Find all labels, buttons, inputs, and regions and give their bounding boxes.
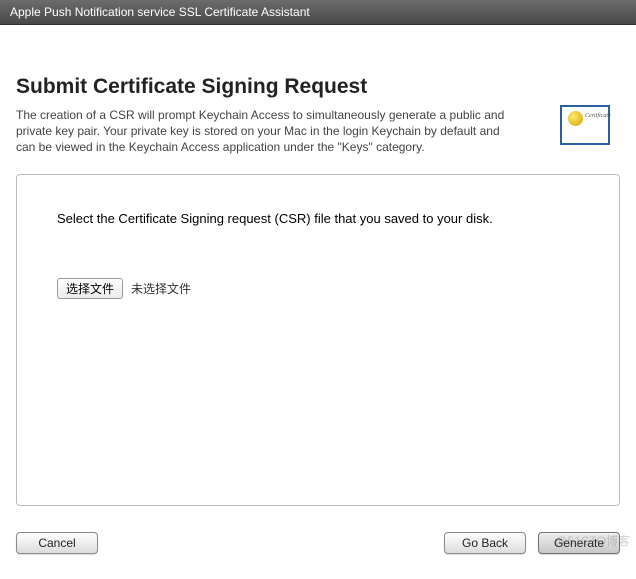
window-titlebar: Apple Push Notification service SSL Cert… — [0, 0, 636, 25]
window-title: Apple Push Notification service SSL Cert… — [10, 5, 310, 19]
choose-file-button[interactable]: 选择文件 — [57, 278, 123, 299]
header-text: Submit Certificate Signing Request The c… — [16, 75, 560, 156]
page-title: Submit Certificate Signing Request — [16, 75, 540, 99]
footer: Cancel Go Back Generate — [0, 532, 636, 554]
generate-button[interactable]: Generate — [538, 532, 620, 554]
csr-panel: Select the Certificate Signing request (… — [16, 174, 620, 506]
file-chooser-row: 选择文件 未选择文件 — [57, 278, 579, 299]
certificate-icon — [560, 105, 610, 145]
cancel-button[interactable]: Cancel — [16, 532, 98, 554]
go-back-button[interactable]: Go Back — [444, 532, 526, 554]
panel-instruction: Select the Certificate Signing request (… — [57, 211, 579, 226]
header-row: Submit Certificate Signing Request The c… — [16, 25, 620, 156]
main-content: Submit Certificate Signing Request The c… — [0, 25, 636, 506]
footer-right-group: Go Back Generate — [444, 532, 620, 554]
file-status-label: 未选择文件 — [131, 280, 191, 297]
page-description: The creation of a CSR will prompt Keycha… — [16, 107, 511, 156]
